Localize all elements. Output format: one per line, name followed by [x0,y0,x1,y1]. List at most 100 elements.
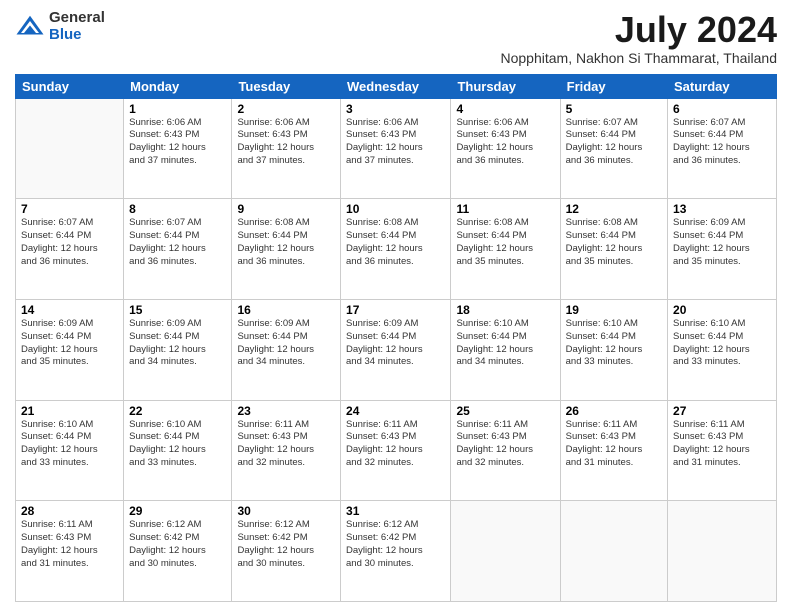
day-info: Sunrise: 6:11 AM Sunset: 6:43 PM Dayligh… [673,419,771,470]
page: General Blue July 2024 Nopphitam, Nakhon… [0,0,792,612]
table-row [560,501,667,602]
day-info: Sunrise: 6:10 AM Sunset: 6:44 PM Dayligh… [566,318,662,369]
header-monday: Monday [124,74,232,98]
table-row: 7Sunrise: 6:07 AM Sunset: 6:44 PM Daylig… [16,199,124,300]
day-info: Sunrise: 6:08 AM Sunset: 6:44 PM Dayligh… [456,217,554,268]
header-thursday: Thursday [451,74,560,98]
day-info: Sunrise: 6:09 AM Sunset: 6:44 PM Dayligh… [673,217,771,268]
title-block: July 2024 Nopphitam, Nakhon Si Thammarat… [500,10,777,66]
table-row: 14Sunrise: 6:09 AM Sunset: 6:44 PM Dayli… [16,299,124,400]
day-info: Sunrise: 6:11 AM Sunset: 6:43 PM Dayligh… [346,419,445,470]
table-row: 10Sunrise: 6:08 AM Sunset: 6:44 PM Dayli… [341,199,451,300]
calendar-header-row: Sunday Monday Tuesday Wednesday Thursday… [16,74,777,98]
day-info: Sunrise: 6:10 AM Sunset: 6:44 PM Dayligh… [129,419,226,470]
day-info: Sunrise: 6:07 AM Sunset: 6:44 PM Dayligh… [129,217,226,268]
table-row [16,98,124,199]
day-info: Sunrise: 6:10 AM Sunset: 6:44 PM Dayligh… [456,318,554,369]
day-info: Sunrise: 6:07 AM Sunset: 6:44 PM Dayligh… [673,117,771,168]
table-row: 18Sunrise: 6:10 AM Sunset: 6:44 PM Dayli… [451,299,560,400]
calendar: Sunday Monday Tuesday Wednesday Thursday… [15,74,777,602]
table-row: 29Sunrise: 6:12 AM Sunset: 6:42 PM Dayli… [124,501,232,602]
table-row: 19Sunrise: 6:10 AM Sunset: 6:44 PM Dayli… [560,299,667,400]
day-number: 18 [456,303,554,317]
day-number: 10 [346,202,445,216]
day-number: 2 [237,102,335,116]
table-row: 6Sunrise: 6:07 AM Sunset: 6:44 PM Daylig… [668,98,777,199]
day-info: Sunrise: 6:09 AM Sunset: 6:44 PM Dayligh… [21,318,118,369]
table-row: 8Sunrise: 6:07 AM Sunset: 6:44 PM Daylig… [124,199,232,300]
logo-icon [15,12,45,42]
day-info: Sunrise: 6:06 AM Sunset: 6:43 PM Dayligh… [129,117,226,168]
table-row: 20Sunrise: 6:10 AM Sunset: 6:44 PM Dayli… [668,299,777,400]
day-number: 25 [456,404,554,418]
day-info: Sunrise: 6:10 AM Sunset: 6:44 PM Dayligh… [21,419,118,470]
day-number: 4 [456,102,554,116]
table-row: 23Sunrise: 6:11 AM Sunset: 6:43 PM Dayli… [232,400,341,501]
table-row: 21Sunrise: 6:10 AM Sunset: 6:44 PM Dayli… [16,400,124,501]
day-number: 15 [129,303,226,317]
day-number: 26 [566,404,662,418]
subtitle: Nopphitam, Nakhon Si Thammarat, Thailand [500,50,777,66]
header-friday: Friday [560,74,667,98]
day-info: Sunrise: 6:12 AM Sunset: 6:42 PM Dayligh… [129,519,226,570]
table-row: 13Sunrise: 6:09 AM Sunset: 6:44 PM Dayli… [668,199,777,300]
day-info: Sunrise: 6:08 AM Sunset: 6:44 PM Dayligh… [566,217,662,268]
day-info: Sunrise: 6:09 AM Sunset: 6:44 PM Dayligh… [129,318,226,369]
table-row: 27Sunrise: 6:11 AM Sunset: 6:43 PM Dayli… [668,400,777,501]
day-info: Sunrise: 6:06 AM Sunset: 6:43 PM Dayligh… [456,117,554,168]
header-tuesday: Tuesday [232,74,341,98]
day-info: Sunrise: 6:09 AM Sunset: 6:44 PM Dayligh… [346,318,445,369]
main-title: July 2024 [500,10,777,50]
logo: General Blue [15,10,105,43]
day-info: Sunrise: 6:08 AM Sunset: 6:44 PM Dayligh… [237,217,335,268]
day-number: 21 [21,404,118,418]
table-row: 28Sunrise: 6:11 AM Sunset: 6:43 PM Dayli… [16,501,124,602]
day-number: 14 [21,303,118,317]
header: General Blue July 2024 Nopphitam, Nakhon… [15,10,777,66]
day-number: 1 [129,102,226,116]
logo-blue-text: Blue [49,27,105,44]
day-number: 31 [346,504,445,518]
header-wednesday: Wednesday [341,74,451,98]
day-number: 19 [566,303,662,317]
header-saturday: Saturday [668,74,777,98]
day-info: Sunrise: 6:09 AM Sunset: 6:44 PM Dayligh… [237,318,335,369]
day-info: Sunrise: 6:10 AM Sunset: 6:44 PM Dayligh… [673,318,771,369]
day-info: Sunrise: 6:11 AM Sunset: 6:43 PM Dayligh… [456,419,554,470]
day-number: 8 [129,202,226,216]
table-row: 4Sunrise: 6:06 AM Sunset: 6:43 PM Daylig… [451,98,560,199]
day-number: 11 [456,202,554,216]
day-number: 28 [21,504,118,518]
table-row: 5Sunrise: 6:07 AM Sunset: 6:44 PM Daylig… [560,98,667,199]
table-row: 25Sunrise: 6:11 AM Sunset: 6:43 PM Dayli… [451,400,560,501]
table-row [668,501,777,602]
day-number: 7 [21,202,118,216]
table-row: 3Sunrise: 6:06 AM Sunset: 6:43 PM Daylig… [341,98,451,199]
day-number: 13 [673,202,771,216]
table-row: 16Sunrise: 6:09 AM Sunset: 6:44 PM Dayli… [232,299,341,400]
header-sunday: Sunday [16,74,124,98]
day-number: 24 [346,404,445,418]
logo-general-text: General [49,10,105,27]
table-row: 9Sunrise: 6:08 AM Sunset: 6:44 PM Daylig… [232,199,341,300]
day-info: Sunrise: 6:11 AM Sunset: 6:43 PM Dayligh… [566,419,662,470]
day-info: Sunrise: 6:07 AM Sunset: 6:44 PM Dayligh… [566,117,662,168]
table-row: 31Sunrise: 6:12 AM Sunset: 6:42 PM Dayli… [341,501,451,602]
day-info: Sunrise: 6:07 AM Sunset: 6:44 PM Dayligh… [21,217,118,268]
table-row: 2Sunrise: 6:06 AM Sunset: 6:43 PM Daylig… [232,98,341,199]
table-row: 24Sunrise: 6:11 AM Sunset: 6:43 PM Dayli… [341,400,451,501]
table-row: 12Sunrise: 6:08 AM Sunset: 6:44 PM Dayli… [560,199,667,300]
day-number: 6 [673,102,771,116]
day-number: 30 [237,504,335,518]
day-info: Sunrise: 6:06 AM Sunset: 6:43 PM Dayligh… [346,117,445,168]
day-number: 16 [237,303,335,317]
logo-text: General Blue [49,10,105,43]
day-number: 29 [129,504,226,518]
table-row: 11Sunrise: 6:08 AM Sunset: 6:44 PM Dayli… [451,199,560,300]
day-number: 9 [237,202,335,216]
table-row: 17Sunrise: 6:09 AM Sunset: 6:44 PM Dayli… [341,299,451,400]
day-number: 17 [346,303,445,317]
table-row: 15Sunrise: 6:09 AM Sunset: 6:44 PM Dayli… [124,299,232,400]
table-row [451,501,560,602]
day-number: 3 [346,102,445,116]
